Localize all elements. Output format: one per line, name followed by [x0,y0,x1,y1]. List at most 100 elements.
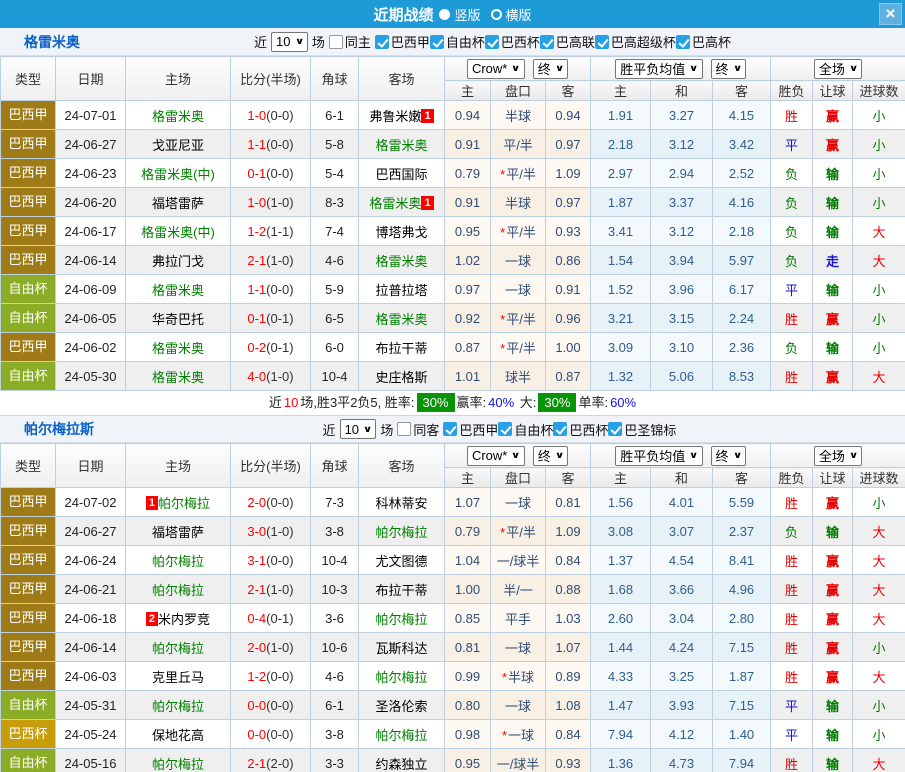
goals-result-cell: 小 [853,488,905,517]
handicap-result-cell: 赢 [813,633,853,662]
away-team-cell: 布拉干蒂 [359,575,445,604]
handicap-result-cell: 赢 [813,604,853,633]
odds-away-cell: 0.93 [546,749,591,772]
avg-draw-cell: 3.66 [651,575,713,604]
halftime-score: (0-0) [266,553,293,568]
odds-home-cell: 0.91 [445,188,491,217]
handicap-result-cell: 赢 [813,662,853,691]
checkbox-checked-icon [485,35,499,49]
result-char: 输 [826,525,839,540]
competition-label: 自由杯 [514,420,553,439]
score-cell: 2-1(1-0) [231,575,311,604]
league-cell: 自由杯 [1,304,56,333]
same-venue-filter[interactable]: 同主 [329,32,371,51]
result-char: 赢 [826,670,839,685]
recent-count-select[interactable]: 10 ∨ [340,419,377,439]
recent-results-panel: 近期战绩 竖版横版 × 格雷米奥 近 10 ∨ 场 同主 巴西甲自由杯巴西杯巴高… [0,0,905,772]
section-header: 帕尔梅拉斯 近 10 ∨ 场 同客 巴西甲自由杯巴西杯巴圣锦标 [0,415,905,443]
team-name: 巴西国际 [375,167,427,182]
view-radio[interactable]: 横版 [491,5,532,24]
summary-text: 场,胜3平2负5, 胜率: [300,395,414,410]
same-venue-filter[interactable]: 同客 [397,420,439,439]
team-name: 帕尔梅拉 [375,525,427,540]
result-char: 大 [873,225,886,240]
halftime-score: (0-0) [266,137,293,152]
competition-filter[interactable]: 自由杯 [498,420,553,439]
col-type: 类型 [1,444,56,488]
date-cell: 24-05-31 [56,691,126,720]
competition-filter[interactable]: 巴圣锦标 [608,420,676,439]
home-team-cell: 2米内罗竞 [126,604,231,633]
team-name: 华奇巴托 [152,312,204,327]
halftime-score: (0-0) [266,166,293,181]
scope-select[interactable]: 全场∨ [814,59,862,79]
league-badge: 自由杯 [1,362,55,390]
competition-filter[interactable]: 巴西甲 [375,32,430,51]
home-team-cell: 1帕尔梅拉 [126,488,231,517]
view-radio[interactable]: 竖版 [439,5,480,24]
halftime-score: (1-1) [266,224,293,239]
wdl-result-cell: 负 [771,217,813,246]
bookmaker-select[interactable]: Crow*∨ [467,446,525,466]
away-team-cell: 布拉干蒂 [359,333,445,362]
away-team-cell: 格雷米奥 [359,130,445,159]
league-badge: 巴西杯 [1,720,55,748]
result-char: 输 [826,699,839,714]
games-label: 场 [380,420,393,439]
handicap-cell: 球半 [491,362,546,391]
halftime-score: (0-1) [266,311,293,326]
recent-count-select[interactable]: 10 ∨ [271,32,308,52]
halftime-score: (1-0) [266,195,293,210]
fulltime-score: 1-2 [247,224,266,239]
team-name: 克里丘马 [152,670,204,685]
competition-filter[interactable]: 巴高杯 [676,32,731,51]
fulltime-score: 0-2 [247,340,266,355]
score-cell: 3-0(1-0) [231,517,311,546]
team-title: 格雷米奥 [24,32,80,52]
odds-stage-select[interactable]: 终∨ [533,59,568,79]
avg-draw-cell: 3.10 [651,333,713,362]
avg-away-cell: 7.94 [713,749,771,772]
handicap-cell: 平手 [491,604,546,633]
away-team-cell: 巴西国际 [359,159,445,188]
result-char: 赢 [826,370,839,385]
competition-filter[interactable]: 巴西杯 [485,32,540,51]
match-row: 巴西甲24-07-021帕尔梅拉2-0(0-0)7-3科林蒂安1.07一球0.8… [1,488,905,517]
avg-away-cell: 2.80 [713,604,771,633]
bookmaker-value: Crow* [472,448,507,463]
radio-unselected-icon [491,9,502,20]
halftime-score: (0-1) [266,611,293,626]
chevron-down-icon: ∨ [294,36,304,47]
competition-filter[interactable]: 巴高超级杯 [595,32,676,51]
avg-draw-cell: 3.37 [651,188,713,217]
scope-select[interactable]: 全场∨ [814,446,862,466]
team-name: 格雷米奥 [152,283,204,298]
result-char: 负 [785,196,798,211]
near-label: 近 [254,32,267,51]
league-cell: 巴西甲 [1,188,56,217]
halftime-score: (0-0) [266,108,293,123]
competition-filter[interactable]: 巴西甲 [443,420,498,439]
date-cell: 24-05-16 [56,749,126,772]
odds-away-cell: 0.97 [546,188,591,217]
competition-filter[interactable]: 巴西杯 [553,420,608,439]
league-badge: 巴西甲 [1,217,55,245]
away-team-cell: 格雷米奥1 [359,188,445,217]
goals-result-cell: 小 [853,633,905,662]
odds-stage-select[interactable]: 终∨ [533,446,568,466]
competition-filter[interactable]: 自由杯 [430,32,485,51]
table-header: 类型 日期 主场 比分(半场) 角球 客场 Crow*∨ 终∨ 胜平负均 [1,57,905,101]
avg-type-select[interactable]: 胜平负均值∨ [615,59,702,79]
col-score: 比分(半场) [231,57,311,101]
avg-stage-select[interactable]: 终∨ [711,446,746,466]
avg-type-select[interactable]: 胜平负均值∨ [615,446,702,466]
avg-stage-select[interactable]: 终∨ [711,59,746,79]
odds-home-cell: 0.87 [445,333,491,362]
goals-result-cell: 小 [853,720,905,749]
league-cell: 巴西甲 [1,333,56,362]
col-avg-draw: 和 [651,468,713,488]
match-row: 巴西甲24-06-27福塔雷萨3-0(1-0)3-8帕尔梅拉0.79*平/半1.… [1,517,905,546]
competition-filter[interactable]: 巴高联 [540,32,595,51]
close-button[interactable]: × [879,3,902,25]
bookmaker-select[interactable]: Crow*∨ [467,59,525,79]
